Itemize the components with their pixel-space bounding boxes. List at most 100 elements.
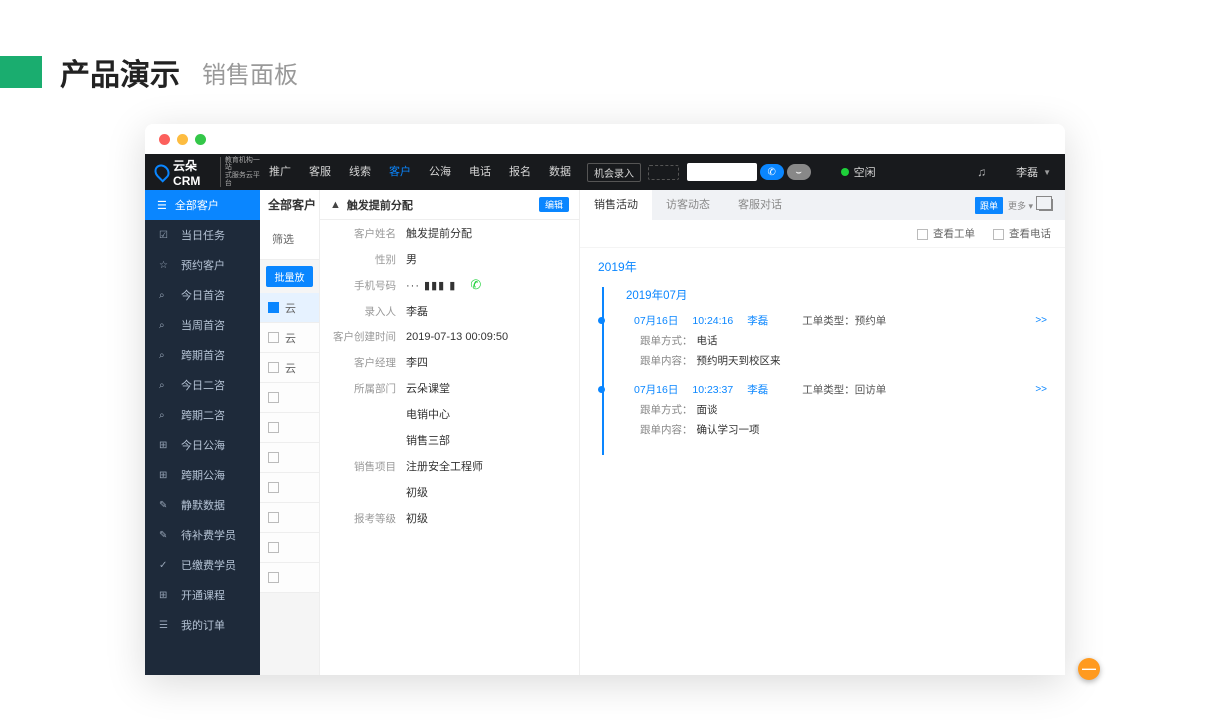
entry-date: 07月16日	[634, 382, 678, 397]
expand-icon[interactable]	[1039, 199, 1053, 211]
filter-checkbox[interactable]: 查看工单	[917, 226, 975, 241]
edit-button[interactable]: 编辑	[539, 197, 569, 212]
checkbox-icon[interactable]	[268, 512, 279, 523]
filter-label: 查看电话	[1009, 228, 1051, 240]
list-filter[interactable]: 筛选	[260, 220, 319, 260]
dot-icon	[598, 386, 605, 393]
sidebar-item-4[interactable]: ⌕跨期首咨	[145, 340, 260, 370]
phone-down-icon: ⌣	[795, 167, 802, 178]
list-item[interactable]	[260, 503, 319, 533]
accent-block	[0, 56, 42, 88]
sidebar-item-13[interactable]: ☰我的订单	[145, 610, 260, 640]
sidebar-item-label: 预约客户	[181, 257, 225, 273]
entry-button[interactable]: 机会录入	[587, 163, 641, 182]
sidebar-item-0[interactable]: ☑当日任务	[145, 220, 260, 250]
more-button[interactable]: 更多 ▾	[1008, 199, 1033, 212]
bell-icon[interactable]: ♫	[977, 165, 986, 179]
sidebar-icon: ☆	[159, 260, 175, 271]
checkbox-icon[interactable]	[268, 392, 279, 403]
entry-type: 工单类型：回访单	[802, 382, 886, 397]
user-icon: ☰	[157, 199, 167, 212]
nav-item-1[interactable]: 客服	[300, 154, 340, 190]
checkbox-icon[interactable]	[268, 542, 279, 553]
sidebar-item-3[interactable]: ⌕当周首咨	[145, 310, 260, 340]
detail-value: 李磊	[406, 303, 567, 319]
top-nav: 云朵CRM 教育机构一站 式服务云平台 推广客服线索客户公海电话报名数据 机会录…	[145, 154, 1065, 190]
tab-1[interactable]: 访客动态	[652, 190, 724, 220]
list-item[interactable]: 云	[260, 353, 319, 383]
sidebar-icon: ⊞	[159, 590, 175, 601]
checkbox-icon[interactable]	[268, 332, 279, 343]
sidebar-item-label: 静默数据	[181, 497, 225, 513]
sidebar-item-1[interactable]: ☆ 预约客户	[145, 250, 260, 280]
nav-item-3[interactable]: 客户	[380, 154, 420, 190]
logo-brand: 云朵CRM	[173, 157, 216, 188]
nav-item-7[interactable]: 数据	[540, 154, 580, 190]
sidebar-item-6[interactable]: ⌕跨期二咨	[145, 400, 260, 430]
sidebar-item-8[interactable]: ⊞跨期公海	[145, 460, 260, 490]
call-hangup-button[interactable]: ⌣	[787, 164, 811, 180]
list-item[interactable]	[260, 533, 319, 563]
collapse-fab[interactable]: —	[1078, 658, 1100, 680]
sidebar-item-12[interactable]: ⊞开通课程	[145, 580, 260, 610]
nav-item-0[interactable]: 推广	[260, 154, 300, 190]
nav-item-6[interactable]: 报名	[500, 154, 540, 190]
sidebar: ☰ 全部客户 ☑当日任务☆预约客户⌕今日首咨⌕当周首咨⌕跨期首咨⌕今日二咨⌕跨期…	[145, 190, 260, 675]
sidebar-item-9[interactable]: ✎静默数据	[145, 490, 260, 520]
entry-button-disabled	[648, 165, 679, 180]
sidebar-item-7[interactable]: ⊞今日公海	[145, 430, 260, 460]
list-item-label: 云	[285, 360, 296, 376]
close-icon[interactable]	[159, 134, 170, 145]
tab-2[interactable]: 客服对话	[724, 190, 796, 220]
sidebar-item-label: 跨期公海	[181, 467, 225, 483]
followup-button[interactable]: 跟单	[975, 197, 1003, 214]
activity-panel: 销售活动访客动态客服对话 跟单 更多 ▾ 查看工单查看电话 2019年 2019…	[580, 190, 1065, 675]
detail-label: 客户创建时间	[332, 329, 396, 344]
call-answer-button[interactable]: ✆	[760, 164, 784, 180]
checkbox-icon[interactable]	[268, 362, 279, 373]
checkbox-icon[interactable]	[268, 482, 279, 493]
search-input[interactable]	[687, 163, 757, 181]
tab-0[interactable]: 销售活动	[580, 190, 652, 220]
maximize-icon[interactable]	[195, 134, 206, 145]
sidebar-item-10[interactable]: ✎待补费学员	[145, 520, 260, 550]
list-item[interactable]: 云	[260, 293, 319, 323]
sidebar-icon: ✎	[159, 530, 175, 541]
entry-content-value: 预约明天到校区来	[697, 355, 781, 367]
detail-row: 录入人李磊	[320, 298, 579, 324]
list-item[interactable]	[260, 473, 319, 503]
detail-label: 性别	[332, 252, 396, 267]
batch-button[interactable]: 批量放	[266, 266, 313, 287]
detail-row: 电销中心	[320, 401, 579, 427]
activity-tabs: 销售活动访客动态客服对话 跟单 更多 ▾	[580, 190, 1065, 220]
filter-checkbox[interactable]: 查看电话	[993, 226, 1051, 241]
checkbox-icon[interactable]	[268, 302, 279, 313]
sidebar-item-label: 今日二咨	[181, 377, 225, 393]
expand-entry-button[interactable]: >>	[1035, 384, 1047, 395]
list-item[interactable]	[260, 413, 319, 443]
status-text[interactable]: 空闲	[854, 164, 876, 180]
minimize-icon[interactable]	[177, 134, 188, 145]
expand-entry-button[interactable]: >>	[1035, 315, 1047, 326]
nav-item-4[interactable]: 公海	[420, 154, 460, 190]
nav-item-5[interactable]: 电话	[460, 154, 500, 190]
checkbox-icon[interactable]	[268, 422, 279, 433]
sidebar-item-5[interactable]: ⌕今日二咨	[145, 370, 260, 400]
list-item[interactable]	[260, 443, 319, 473]
entry-type: 工单类型：预约单	[802, 313, 886, 328]
window-titlebar	[145, 124, 1065, 154]
list-item[interactable]	[260, 563, 319, 593]
sidebar-head[interactable]: ☰ 全部客户	[145, 190, 260, 220]
phone-icon[interactable]: ✆	[470, 277, 481, 293]
logo-slogan-2: 式服务云平台	[225, 172, 260, 187]
detail-value: 电销中心	[406, 406, 567, 422]
sidebar-icon: ⌕	[159, 320, 175, 331]
user-menu[interactable]: 李磊 ▼	[1016, 164, 1051, 180]
sidebar-item-11[interactable]: ✓已缴费学员	[145, 550, 260, 580]
checkbox-icon[interactable]	[268, 572, 279, 583]
checkbox-icon[interactable]	[268, 452, 279, 463]
list-item[interactable]	[260, 383, 319, 413]
nav-item-2[interactable]: 线索	[340, 154, 380, 190]
sidebar-item-2[interactable]: ⌕今日首咨	[145, 280, 260, 310]
list-item[interactable]: 云	[260, 323, 319, 353]
